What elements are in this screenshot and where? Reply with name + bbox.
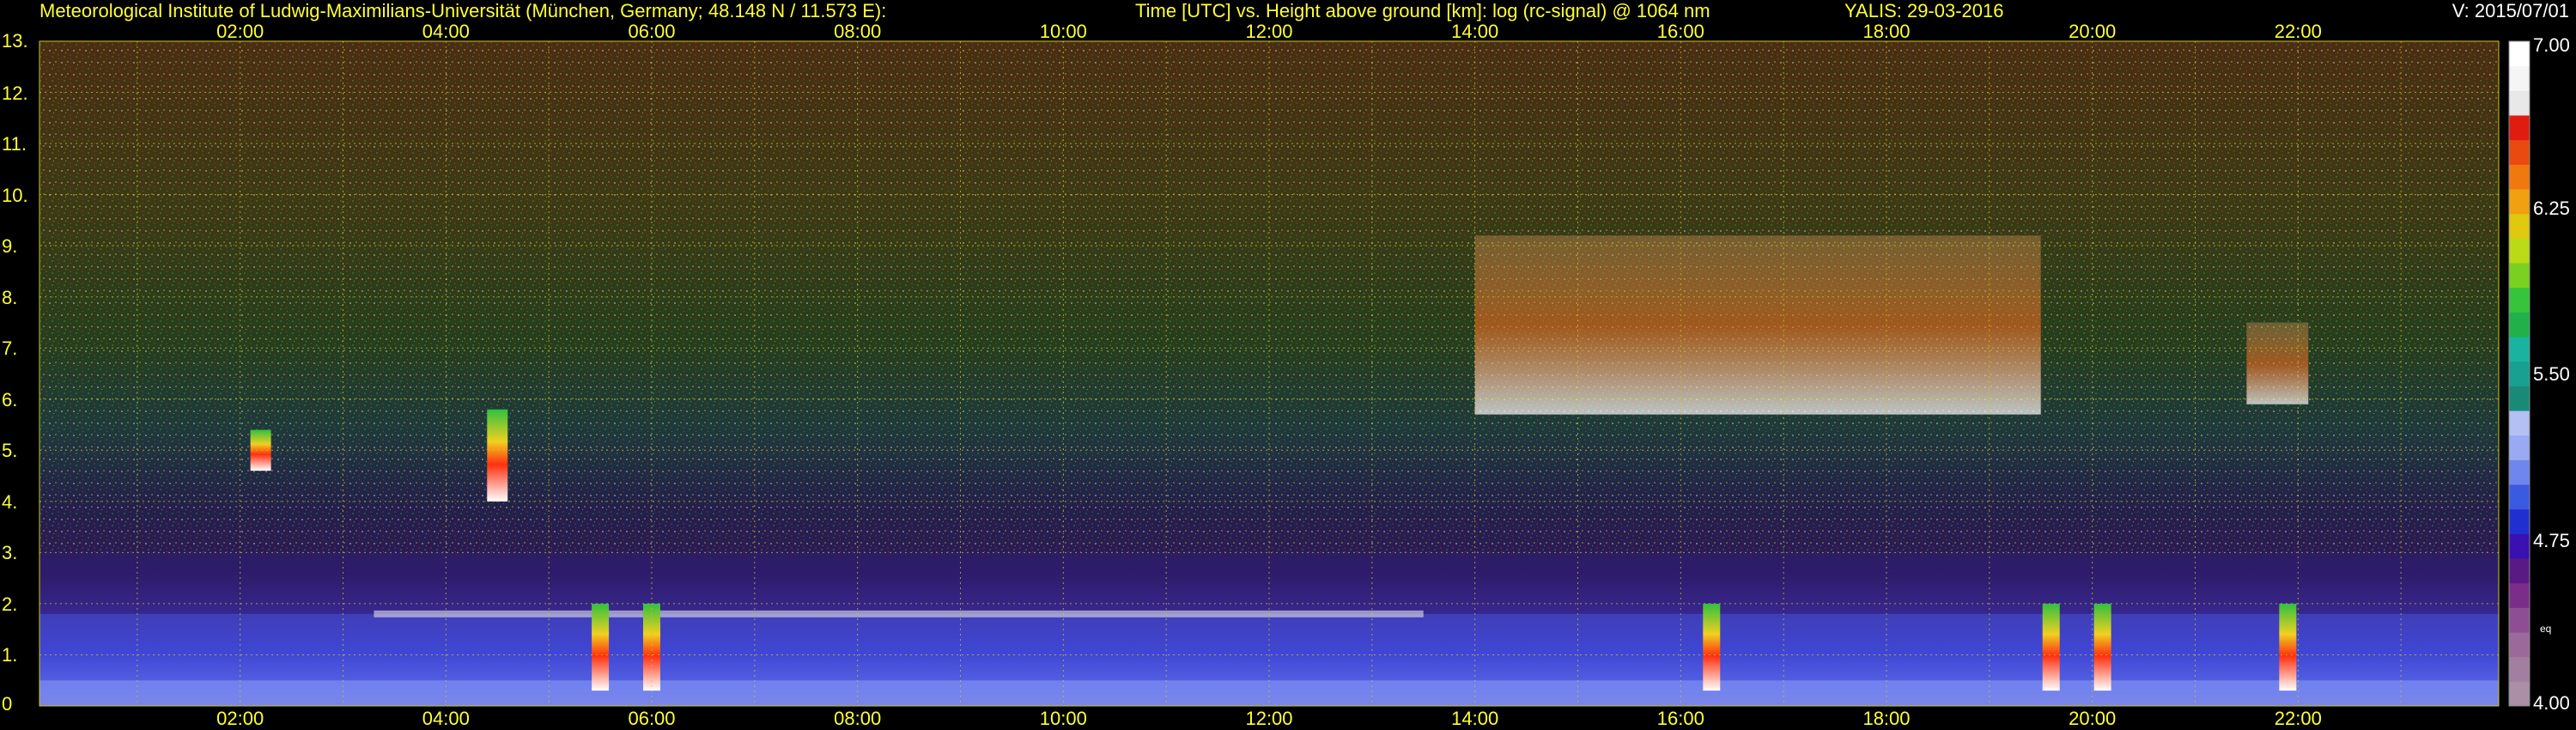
lidar-plot-svg	[39, 40, 2530, 707]
colorbar-segment	[2509, 238, 2530, 264]
y-tick-label: 11.	[2, 133, 27, 155]
cirrus-layer	[1474, 235, 2041, 415]
colorbar-segment	[2509, 607, 2530, 633]
colorbar-segment	[2509, 484, 2530, 510]
convective-cloud	[643, 603, 661, 691]
y-tick-label: 0	[2, 693, 13, 715]
x-tick-label-top: 14:00	[1451, 21, 1499, 42]
colorbar-segment	[2509, 411, 2530, 436]
x-tick-label-top: 22:00	[2274, 21, 2322, 42]
colorbar-segment	[2509, 681, 2530, 707]
colorbar-segment	[2509, 213, 2530, 239]
colorbar-segment	[2509, 41, 2530, 67]
colorbar-segment	[2509, 312, 2530, 338]
convective-cloud	[1703, 603, 1721, 691]
y-tick-label: 1.	[2, 644, 18, 666]
x-tick-label-top: 12:00	[1245, 21, 1293, 42]
colorbar-segment	[2509, 65, 2530, 91]
colorbar-segment	[2509, 459, 2530, 485]
y-tick-label: 4.	[2, 490, 18, 513]
y-tick-label: 6.	[2, 388, 18, 411]
convective-cloud	[2042, 603, 2060, 691]
x-tick-label-top: 16:00	[1656, 21, 1704, 42]
x-tick-label-top: 18:00	[1862, 21, 1911, 42]
isolated-cloud	[250, 429, 271, 471]
x-tick-label-top: 08:00	[834, 21, 882, 42]
y-tick-label: 5.	[2, 440, 18, 462]
colorbar-segment	[2509, 287, 2530, 313]
y-tick-label: 2.	[2, 593, 18, 615]
y-tick-label: 7.	[2, 338, 18, 360]
colorbar-segment	[2509, 533, 2530, 559]
x-tick-label-bottom: 08:00	[834, 708, 882, 729]
colorbar-segment	[2509, 115, 2530, 141]
convective-cloud	[2093, 603, 2111, 691]
noise-texture	[39, 41, 2499, 553]
colorbar-eq-mark: eq	[2540, 622, 2552, 635]
x-tick-label-top: 04:00	[422, 21, 470, 42]
x-tick-label-bottom: 16:00	[1656, 708, 1704, 729]
x-tick-label-bottom: 22:00	[2274, 708, 2322, 729]
colorbar-segment	[2509, 263, 2530, 289]
colorbar-segment	[2509, 164, 2530, 190]
y-tick-label: 9.	[2, 235, 18, 258]
colorbar-segment	[2509, 90, 2530, 116]
colorbar-segment	[2509, 582, 2530, 608]
colorbar-segment	[2509, 337, 2530, 362]
colorbar-label: 7.00	[2533, 34, 2570, 56]
colorbar-segment	[2509, 139, 2530, 165]
y-tick-label: 12.	[2, 82, 28, 104]
x-tick-label-top: 10:00	[1039, 21, 1087, 42]
x-tick-label-bottom: 20:00	[2069, 708, 2117, 729]
colorbar-segment	[2509, 508, 2530, 534]
colorbar-segment	[2509, 386, 2530, 411]
x-tick-label-bottom: 02:00	[216, 708, 264, 729]
colorbar-segment	[2509, 361, 2530, 386]
y-tick-label: 8.	[2, 286, 18, 308]
x-tick-label-bottom: 10:00	[1039, 708, 1087, 729]
colorbar-label: 4.75	[2533, 529, 2570, 551]
colorbar-segment	[2509, 632, 2530, 658]
boundary-layer-top	[374, 610, 1424, 617]
colorbar-segment	[2509, 656, 2530, 682]
x-tick-label-top: 06:00	[628, 21, 676, 42]
y-tick-label: 13.	[2, 30, 28, 52]
colorbar-segment	[2509, 189, 2530, 215]
colorbar-segment	[2509, 558, 2530, 584]
x-tick-label-top: 02:00	[216, 21, 264, 42]
y-tick-label: 10.	[2, 184, 28, 206]
x-tick-label-bottom: 04:00	[422, 708, 470, 729]
isolated-cloud	[487, 409, 508, 502]
cirrus-layer	[2246, 322, 2309, 405]
x-tick-label-top: 20:00	[2069, 21, 2117, 42]
x-tick-label-bottom: 12:00	[1245, 708, 1293, 729]
x-tick-label-bottom: 14:00	[1451, 708, 1499, 729]
colorbar-segment	[2509, 435, 2530, 460]
x-tick-label-bottom: 18:00	[1862, 708, 1911, 729]
colorbar-label: 5.50	[2533, 363, 2570, 385]
convective-cloud	[592, 603, 610, 691]
colorbar-label: 4.00	[2533, 692, 2570, 714]
y-tick-label: 3.	[2, 542, 18, 564]
convective-cloud	[2279, 603, 2297, 691]
colorbar-label: 6.25	[2533, 197, 2570, 219]
x-tick-label-bottom: 06:00	[628, 708, 676, 729]
